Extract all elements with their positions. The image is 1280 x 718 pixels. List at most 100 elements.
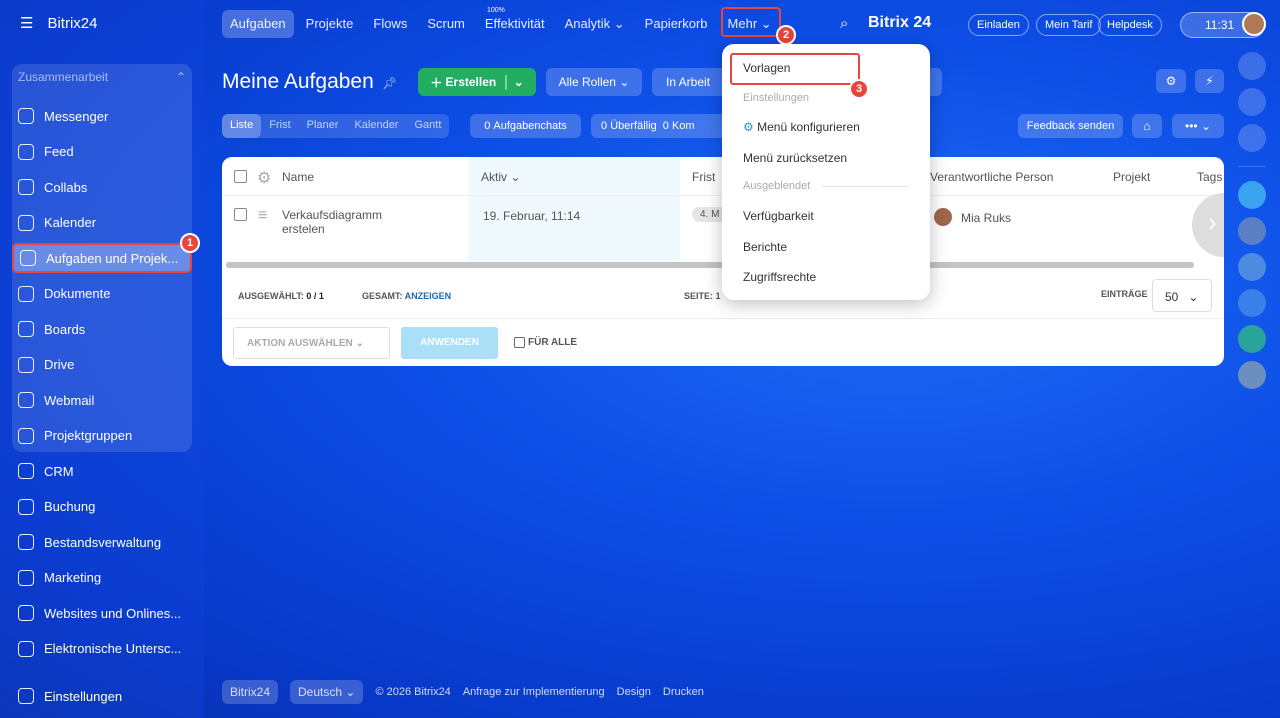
search-icon[interactable]: ⌕ xyxy=(840,15,848,32)
scroll-right-icon[interactable]: › xyxy=(1192,193,1224,257)
implementation-link[interactable]: Anfrage zur Implementierung xyxy=(463,686,605,698)
sidebar-item[interactable]: Projektgruppen xyxy=(18,421,193,451)
chat-switch-icon[interactable] xyxy=(1238,124,1266,152)
logo[interactable]: ☰ Bitrix24 xyxy=(20,14,97,33)
sidebar-item[interactable]: Bestandsverwaltung xyxy=(18,527,193,557)
pin-icon[interactable]: 📌︎ xyxy=(382,76,397,90)
drag-handle-icon[interactable]: ≡ xyxy=(258,207,267,225)
column-project[interactable]: Projekt xyxy=(1113,170,1150,184)
menu-item-availability[interactable]: Verfügbarkeit xyxy=(743,209,814,223)
sidebar-item[interactable]: Drive xyxy=(18,350,193,380)
copyright: © 2026 Bitrix24 xyxy=(375,686,451,698)
lightning-icon[interactable]: ⚡︎ xyxy=(1195,69,1224,93)
sidebar-item-icon xyxy=(18,356,34,373)
sidebar-item[interactable]: Dokumente xyxy=(18,279,193,309)
gear-icon[interactable]: ⚙ xyxy=(1156,69,1186,93)
chat-icon[interactable] xyxy=(1238,181,1266,209)
menu-item-configure[interactable]: ⚙ Menü konfigurieren xyxy=(743,120,860,134)
view-tab[interactable]: Kalender xyxy=(346,114,406,138)
print-link[interactable]: Drucken xyxy=(663,686,704,698)
column-name[interactable]: Name xyxy=(282,170,314,184)
sidebar-item[interactable]: Collabs xyxy=(18,172,193,202)
activity-icon[interactable] xyxy=(1238,88,1266,116)
nav-tab[interactable]: Analytik ⌄ xyxy=(557,10,633,38)
sidebar-item[interactable]: Elektronische Untersc... xyxy=(18,634,193,664)
menu-icon[interactable]: ☰ xyxy=(20,14,33,32)
language-select[interactable]: Deutsch ⌄ xyxy=(290,680,364,704)
robot-icon[interactable]: ⌂ xyxy=(1132,114,1162,138)
invite-button[interactable]: Einladen xyxy=(968,14,1029,36)
notes-icon[interactable] xyxy=(1238,325,1266,353)
sidebar-item-icon xyxy=(18,392,34,408)
helpdesk-button[interactable]: Helpdesk xyxy=(1098,14,1162,36)
sidebar-item-icon xyxy=(18,463,34,479)
nav-tab[interactable]: Effektivität xyxy=(477,10,553,38)
show-total-link[interactable]: ANZEIGEN xyxy=(405,291,452,301)
gear-icon[interactable]: ⚙ xyxy=(257,168,271,188)
sidebar-group-header[interactable]: Zusammenarbeit ⌃ xyxy=(18,70,186,84)
nav-tab[interactable]: Scrum xyxy=(419,10,473,38)
design-link[interactable]: Design xyxy=(617,686,651,698)
bookmark-icon[interactable] xyxy=(1238,289,1266,317)
nav-tab[interactable]: Papierkorb xyxy=(637,10,716,38)
sidebar-item[interactable]: Messenger xyxy=(18,101,193,131)
row-checkbox[interactable] xyxy=(234,208,247,221)
column-tags[interactable]: Tags xyxy=(1197,170,1222,184)
apply-button[interactable]: ANWENDEN xyxy=(401,327,498,359)
contact-avatar[interactable] xyxy=(1238,217,1266,245)
brand: Bitrix 24 xyxy=(868,14,932,31)
create-button[interactable]: ＋ Erstellen │ ⌄ xyxy=(418,68,536,96)
contact-avatar[interactable] xyxy=(1238,361,1266,389)
action-select[interactable]: AKTION AUSWÄHLEN ⌄ xyxy=(233,327,390,359)
select-all-checkbox[interactable] xyxy=(234,170,247,183)
for-all-checkbox[interactable] xyxy=(514,337,525,348)
more-button[interactable]: ••• ⌄ xyxy=(1172,114,1224,138)
sidebar-item[interactable]: Aufgaben und Projek... xyxy=(12,243,192,273)
sidebar-item[interactable]: Marketing xyxy=(18,563,193,593)
view-tab[interactable]: Frist xyxy=(261,114,298,138)
nav-tab[interactable]: Flows xyxy=(365,10,415,38)
sidebar-item[interactable]: Feed xyxy=(18,137,193,167)
column-deadline[interactable]: Frist xyxy=(692,170,715,184)
menu-section-settings: Einstellungen xyxy=(743,92,810,104)
footer-brand[interactable]: Bitrix24 xyxy=(222,680,279,704)
column-active[interactable]: Aktiv ⌄ xyxy=(481,170,520,184)
menu-item-reset[interactable]: Menü zurücksetzen xyxy=(743,151,847,165)
view-tab[interactable]: Planer xyxy=(299,114,347,138)
person-link[interactable]: Mia Ruks xyxy=(961,211,1011,225)
bell-icon[interactable] xyxy=(1238,52,1266,80)
view-tab[interactable]: Liste xyxy=(222,114,262,138)
column-person[interactable]: Verantwortliche Person xyxy=(930,170,1053,184)
bot-icon[interactable] xyxy=(1238,253,1266,281)
nav-tab[interactable]: Aufgaben xyxy=(222,10,294,38)
avatar[interactable] xyxy=(1242,12,1266,36)
view-tab[interactable]: Gantt xyxy=(406,114,449,138)
for-all-label: FÜR ALLE xyxy=(528,337,578,348)
roles-dropdown[interactable]: Alle Rollen ⌄ xyxy=(546,68,642,96)
entries-label: EINTRÄGE xyxy=(1101,289,1148,299)
sidebar-item[interactable]: Boards xyxy=(18,314,193,344)
menu-item-reports[interactable]: Berichte xyxy=(743,240,787,254)
sidebar-item[interactable]: Kalender xyxy=(18,208,193,238)
effectiveness-pct: 100% xyxy=(487,7,505,14)
highlight-mehr xyxy=(721,7,781,37)
gear-icon: ⚙ xyxy=(743,120,754,134)
task-name-link[interactable]: Verkaufsdiagramm erstelen xyxy=(282,208,402,236)
page-info: SEITE: 1 xyxy=(684,291,721,301)
counters[interactable]: 0 Überfällig 0 Kom xyxy=(591,114,731,138)
sidebar-item[interactable]: Buchung xyxy=(18,492,193,522)
selected-count: AUSGEWÄHLT: 0 / 1 xyxy=(238,291,324,301)
tariff-button[interactable]: Mein Tarif xyxy=(1036,14,1102,36)
sidebar-item[interactable]: Webmail xyxy=(18,385,193,415)
sidebar-item-icon xyxy=(18,214,34,231)
entries-select[interactable]: 50 ⌄ xyxy=(1152,279,1212,312)
nav-tab[interactable]: Projekte xyxy=(298,10,362,38)
horizontal-scrollbar[interactable] xyxy=(226,262,1194,268)
chats-button[interactable]: 0 Aufgabenchats xyxy=(470,114,581,138)
menu-item-access[interactable]: Zugriffsrechte xyxy=(743,270,816,284)
sidebar-item[interactable]: CRM xyxy=(18,456,193,486)
sidebar-item[interactable]: Einstellungen xyxy=(18,681,193,711)
feedback-button[interactable]: Feedback senden xyxy=(1018,114,1123,138)
divider xyxy=(1238,166,1266,167)
sidebar-item[interactable]: Websites und Onlines... xyxy=(18,598,193,628)
